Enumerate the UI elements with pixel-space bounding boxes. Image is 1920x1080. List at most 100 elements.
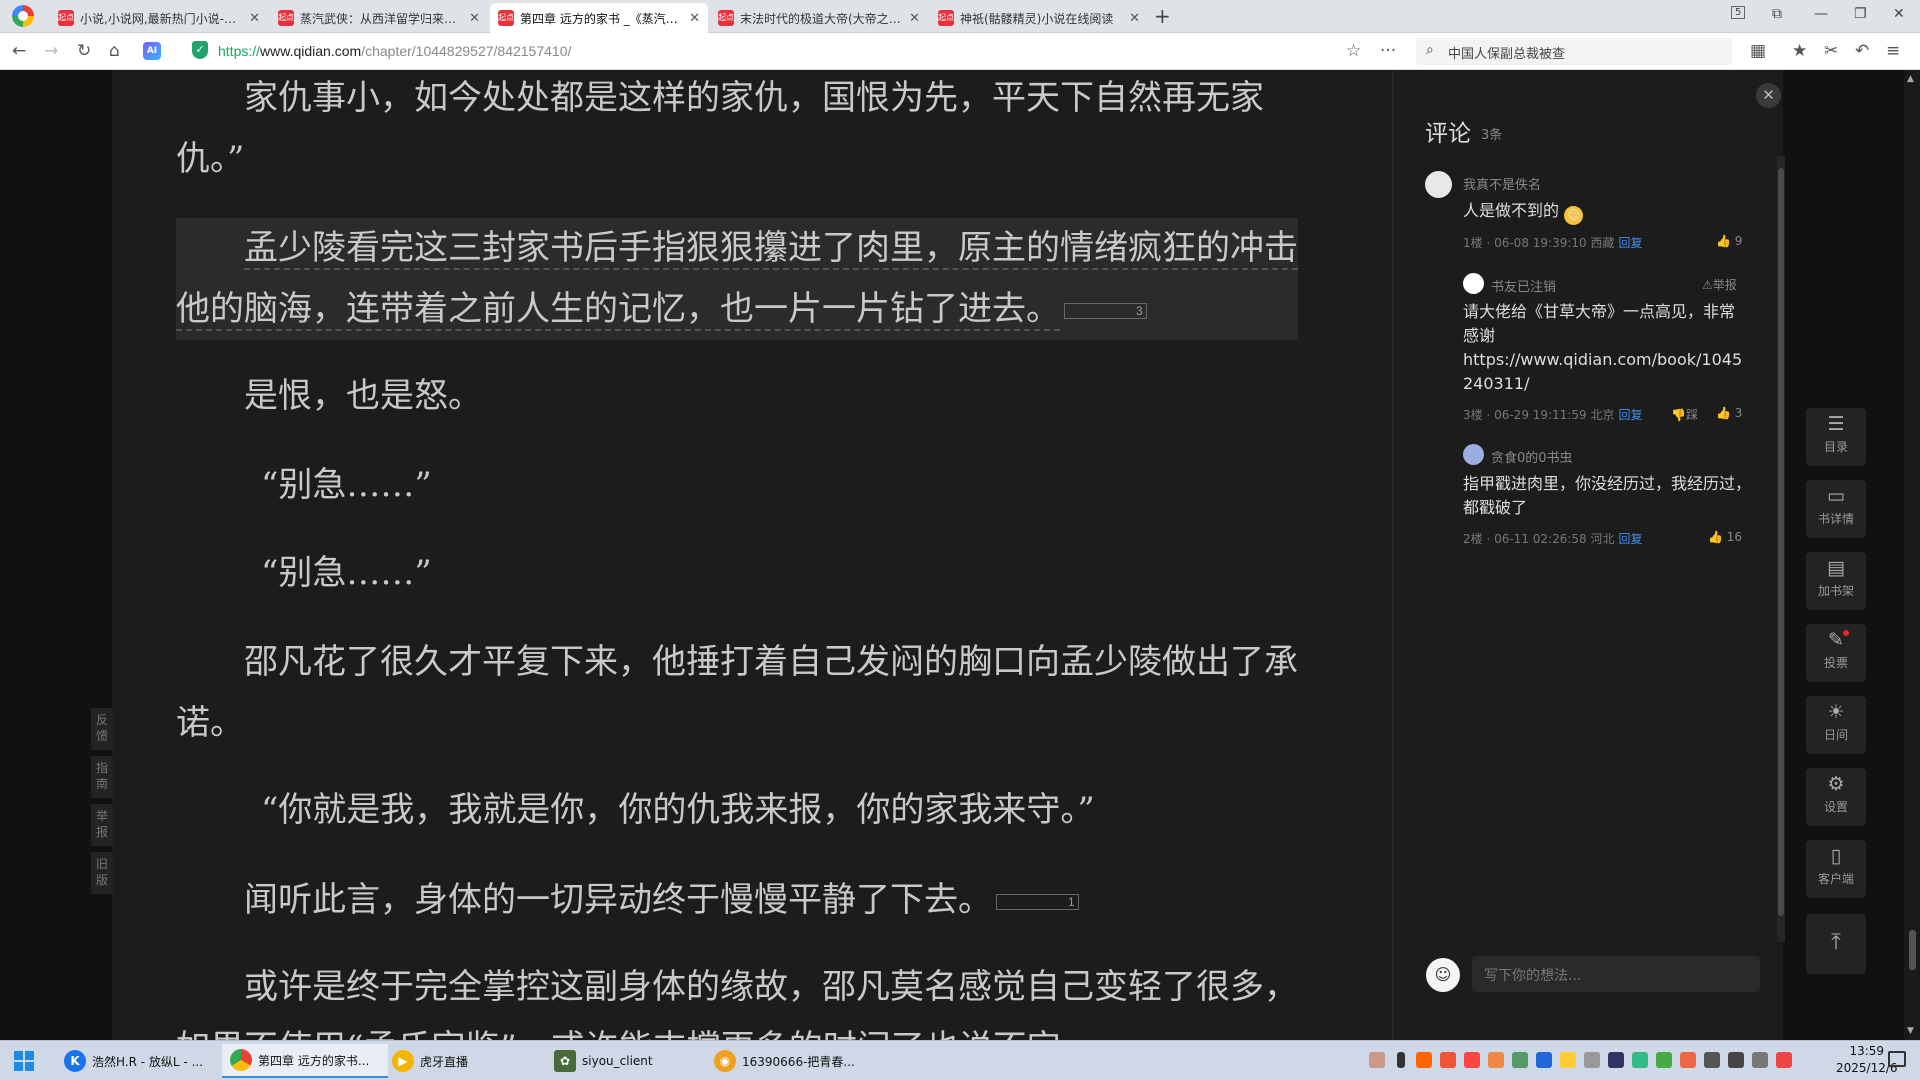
tray-app-icon[interactable] — [1416, 1052, 1432, 1068]
tab-close-icon[interactable]: ✕ — [469, 11, 480, 26]
close-window-icon[interactable]: ✕ — [1893, 6, 1905, 22]
tray-app-icon[interactable] — [1632, 1052, 1648, 1068]
chapter-paragraph[interactable]: “别急……” — [176, 543, 1306, 604]
ai-assistant-icon[interactable]: AI — [143, 42, 161, 60]
chapter-paragraph[interactable]: 或许是终于完全掌控这副身体的缘故，邵凡莫名感觉自己变轻了很多，如果不使用“孟氏宗… — [176, 957, 1306, 1040]
page-scrollbar[interactable]: ▲ ▼ — [1904, 70, 1920, 1040]
cut-icon[interactable]: ✂ — [1824, 41, 1838, 61]
tab-close-icon[interactable]: ✕ — [909, 11, 920, 26]
like-button[interactable]: 👍 3 — [1716, 406, 1742, 420]
taskbar-item-browser[interactable]: 第四章 远方的家书... — [222, 1044, 388, 1078]
report-comment-button[interactable]: ⚠举报 — [1702, 276, 1737, 293]
forward-icon[interactable]: → — [44, 41, 58, 61]
maximize-icon[interactable]: ❐ — [1854, 6, 1867, 22]
favorites-icon[interactable]: ★ — [1792, 41, 1807, 61]
taskbar-item-music[interactable]: K 浩然H.R - 放纵L - ... — [56, 1044, 222, 1078]
paragraph-comment-count[interactable]: 1 — [996, 894, 1079, 910]
secure-shield-icon[interactable]: ✓ — [192, 41, 208, 59]
taskbar-item-siyou[interactable]: ✿ siyou_client — [546, 1044, 712, 1078]
tab-shenqi[interactable]: 起点 神祇(骷髅精灵)小说在线阅读 ✕ — [930, 3, 1148, 33]
undo-icon[interactable]: ↶ — [1855, 41, 1869, 61]
tray-app-icon[interactable] — [1464, 1052, 1480, 1068]
avatar[interactable] — [1425, 171, 1452, 198]
ime-icon[interactable] — [1752, 1052, 1768, 1068]
address-bar[interactable]: https://www.qidian.com/chapter/104482952… — [218, 43, 571, 59]
bookmark-star-icon[interactable]: ☆ — [1346, 41, 1361, 61]
comment-username[interactable]: 贪食0的0书虫 — [1491, 447, 1573, 466]
tray-app-icon[interactable] — [1512, 1052, 1528, 1068]
avatar[interactable] — [1463, 444, 1484, 465]
dislike-button[interactable]: 👎踩 — [1671, 406, 1698, 423]
reload-icon[interactable]: ↻ — [77, 41, 91, 61]
chapter-paragraph[interactable]: 是恨，也是怒。 — [176, 366, 1306, 427]
scroll-down-arrow-icon[interactable]: ▼ — [1907, 1026, 1914, 1036]
chapter-paragraph[interactable]: “你就是我，我就是你，你的仇我来报，你的家我来守。” — [176, 780, 1306, 841]
tray-app-icon[interactable] — [1440, 1052, 1456, 1068]
tray-app-icon[interactable] — [1488, 1052, 1504, 1068]
home-icon[interactable]: ⌂ — [109, 41, 120, 61]
chapter-paragraph[interactable]: 邵凡花了很久才平复下来，他捶打着自己发闷的胸口向孟少陵做出了承诺。 — [176, 632, 1306, 754]
tray-app-icon[interactable] — [1560, 1052, 1576, 1068]
tab-qidian-home[interactable]: 起点 小说,小说网,最新热门小说-起点中文网 ✕ — [50, 3, 268, 33]
scrollbar-thumb[interactable] — [1778, 168, 1784, 916]
notification-center-icon[interactable] — [1888, 1051, 1906, 1067]
tab-chapter-active[interactable]: 起点 第四章 远方的家书 _《蒸汽武侠》 ✕ — [490, 3, 708, 33]
feedback-button[interactable]: 反馈 — [91, 708, 113, 750]
settings-button[interactable]: ⚙ 设置 — [1806, 768, 1866, 826]
taskbar-item-video[interactable]: ◉ 16390666-把青春... — [706, 1044, 872, 1078]
restore-tabs-icon[interactable]: ⧉ — [1772, 6, 1782, 22]
start-button[interactable] — [14, 1051, 34, 1071]
scrollbar-thumb[interactable] — [1909, 930, 1916, 970]
client-button[interactable]: ▯ 客户端 — [1806, 840, 1866, 898]
menu-icon[interactable]: ≡ — [1886, 41, 1900, 61]
volume-icon[interactable] — [1728, 1052, 1744, 1068]
search-input[interactable]: ⌕ 中国人保副总裁被查 — [1416, 38, 1732, 65]
tab-close-icon[interactable]: ✕ — [249, 11, 260, 26]
network-icon[interactable] — [1704, 1052, 1720, 1068]
report-button[interactable]: 举报 — [91, 804, 113, 846]
tray-app-icon[interactable] — [1656, 1052, 1672, 1068]
chapter-paragraph-highlighted[interactable]: 孟少陵看完这三封家书后手指狠狠攥进了肉里，原主的情绪疯狂的冲击他的脑海，连带着之… — [176, 218, 1298, 340]
tray-app-icon[interactable] — [1608, 1052, 1624, 1068]
chapter-paragraph[interactable]: 闻听此言，身体的一切异动终于慢慢平静了下去。 1 — [176, 870, 1306, 931]
tab-close-icon[interactable]: ✕ — [1129, 11, 1140, 26]
taskbar-item-huya[interactable]: ▶ 虎牙直播 — [384, 1044, 550, 1078]
comment-username[interactable]: 我真不是佚名 — [1463, 174, 1541, 193]
browser-logo-icon[interactable] — [12, 5, 34, 27]
minimize-icon[interactable]: — — [1814, 6, 1828, 22]
new-tab-button[interactable]: + — [1154, 4, 1171, 28]
book-detail-button[interactable]: ▭ 书详情 — [1806, 480, 1866, 538]
like-button[interactable]: 👍 9 — [1716, 234, 1742, 248]
tab-steam-wuxia[interactable]: 起点 蒸汽武侠：从西洋留学归来开始 ✕ — [270, 3, 488, 33]
scroll-up-arrow-icon[interactable]: ▲ — [1907, 74, 1914, 84]
more-icon[interactable]: ··· — [1380, 41, 1396, 61]
reply-link[interactable]: 回复 — [1618, 532, 1642, 546]
vote-button[interactable]: ✎ 投票 — [1806, 624, 1866, 682]
tray-app-icon[interactable] — [1536, 1052, 1552, 1068]
sogou-input-icon[interactable] — [1776, 1052, 1792, 1068]
comment-username[interactable]: 书友已注销 — [1491, 276, 1556, 295]
tab-close-icon[interactable]: ✕ — [689, 11, 700, 26]
tray-app-icon[interactable] — [1584, 1052, 1600, 1068]
paragraph-comment-count[interactable]: 3 — [1064, 303, 1147, 319]
back-to-top-button[interactable]: ⤒ — [1806, 914, 1866, 974]
apps-grid-icon[interactable]: ▦ — [1750, 41, 1766, 61]
comment-scrollbar[interactable] — [1777, 156, 1785, 942]
tray-app-icon[interactable] — [1680, 1052, 1696, 1068]
comment-input[interactable]: 写下你的想法... — [1472, 956, 1760, 992]
close-comments-button[interactable]: ✕ — [1756, 83, 1781, 108]
reply-link[interactable]: 回复 — [1618, 236, 1642, 250]
chapter-paragraph[interactable]: 家仇事小，如今处处都是这样的家仇，国恨为先，平天下自然再无家仇。” — [176, 68, 1306, 190]
day-mode-button[interactable]: ☀ 日间 — [1806, 696, 1866, 754]
tray-app-icon[interactable] — [1369, 1052, 1385, 1068]
microphone-icon[interactable] — [1397, 1052, 1405, 1068]
back-icon[interactable]: ← — [12, 41, 26, 61]
guide-button[interactable]: 指南 — [91, 756, 113, 798]
my-avatar[interactable]: ☺ — [1426, 958, 1460, 992]
avatar[interactable] — [1463, 273, 1484, 294]
tab-count-badge[interactable]: 5 — [1731, 6, 1746, 19]
old-version-button[interactable]: 旧版 — [91, 852, 113, 894]
add-bookshelf-button[interactable]: ▤ 加书架 — [1806, 552, 1866, 610]
chapter-paragraph[interactable]: “别急……” — [176, 455, 1306, 516]
tab-mofa-dadi[interactable]: 起点 末法时代的极道大帝(大帝之资) ✕ — [710, 3, 928, 33]
